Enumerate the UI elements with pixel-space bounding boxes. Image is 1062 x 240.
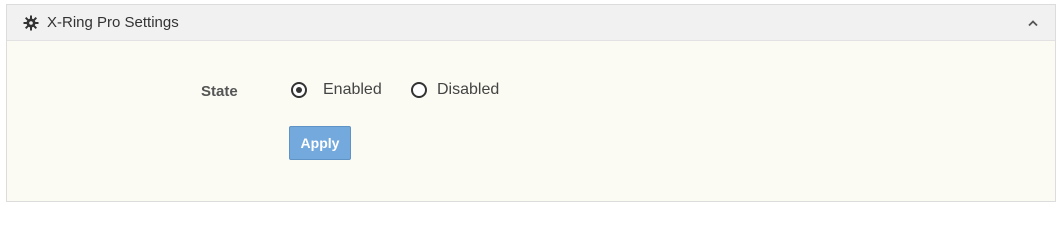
gear-icon xyxy=(23,15,39,30)
disabled-label[interactable]: Disabled xyxy=(437,81,499,99)
apply-button[interactable]: Apply xyxy=(289,126,351,160)
panel-header: X-Ring Pro Settings xyxy=(7,5,1055,41)
enabled-label[interactable]: Enabled xyxy=(323,81,382,99)
chevron-up-icon[interactable] xyxy=(1025,15,1041,31)
enabled-radio[interactable] xyxy=(291,82,307,98)
disabled-radio[interactable] xyxy=(411,82,427,98)
x-ring-pro-settings-panel: X-Ring Pro Settings State Enabled Disabl… xyxy=(6,4,1056,202)
state-label: State xyxy=(201,83,238,100)
panel-title: X-Ring Pro Settings xyxy=(47,14,179,31)
state-row: State Enabled Disabled xyxy=(7,79,1055,103)
